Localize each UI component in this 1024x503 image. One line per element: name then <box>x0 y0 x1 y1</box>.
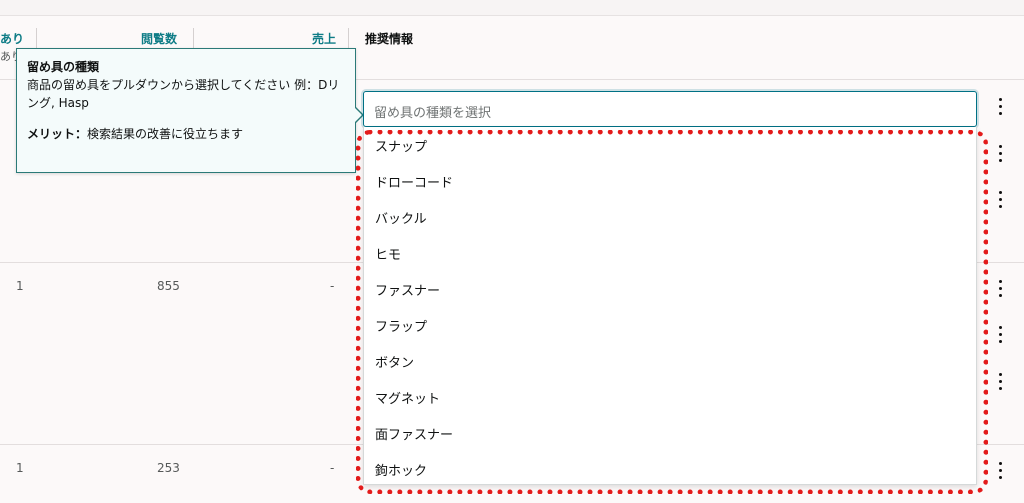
column-separator <box>348 28 349 48</box>
option-drawcord[interactable]: ドローコード <box>375 172 453 191</box>
row-2-sales: - <box>330 461 335 475</box>
option-zipper[interactable]: ファスナー <box>375 280 440 299</box>
row-1-views: 855 <box>157 279 180 293</box>
more-vertical-icon[interactable] <box>999 145 1003 165</box>
column-header-views[interactable]: 閲覧数 <box>141 30 177 47</box>
option-hook-and-loop[interactable]: 面ファスナー <box>375 424 453 443</box>
option-snap[interactable]: スナップ <box>375 136 427 155</box>
option-button[interactable]: ボタン <box>375 352 414 371</box>
fastener-type-dropdown: スナップ ドローコード バックル ヒモ ファスナー フラップ ボタン マグネット… <box>363 127 977 485</box>
more-vertical-icon[interactable] <box>999 98 1003 118</box>
fastener-type-select[interactable]: 留め具の種類を選択 <box>363 91 977 127</box>
row-1-sales: - <box>330 279 335 293</box>
column-separator <box>36 28 37 48</box>
more-vertical-icon[interactable] <box>999 373 1003 393</box>
column-separator <box>193 28 194 48</box>
option-hook[interactable]: 鉤ホック <box>375 460 427 479</box>
tooltip-body: 商品の留め具をプルダウンから選択してください 例：Dリング, Hasp <box>27 78 340 110</box>
tooltip-title: 留め具の種類 <box>27 60 100 74</box>
select-placeholder: 留め具の種類を選択 <box>374 106 492 121</box>
option-string[interactable]: ヒモ <box>375 244 401 263</box>
column-header-sales[interactable]: 売上 <box>312 30 336 47</box>
option-magnet[interactable]: マグネット <box>375 388 440 407</box>
tooltip-merit-label: メリット： <box>27 127 88 141</box>
column-header-ari[interactable]: あり <box>0 30 24 47</box>
more-vertical-icon[interactable] <box>999 280 1003 300</box>
more-vertical-icon[interactable] <box>999 462 1003 482</box>
top-strip <box>0 0 1024 16</box>
tooltip-merit-text: 検索結果の改善に役立ちます <box>87 127 244 141</box>
option-flap[interactable]: フラップ <box>375 316 427 335</box>
more-vertical-icon[interactable] <box>999 191 1003 211</box>
row-2-count: 1 <box>16 461 24 475</box>
column-header-recommended: 推奨情報 <box>365 32 414 46</box>
row-1-count: 1 <box>16 279 24 293</box>
row-2-views: 253 <box>157 461 180 475</box>
tooltip-arrow-inner <box>355 108 362 122</box>
tooltip-merit: メリット：検索結果の改善に役立ちます <box>27 125 345 143</box>
attribute-tooltip: 留め具の種類 商品の留め具をプルダウンから選択してください 例：Dリング, Ha… <box>16 48 356 173</box>
option-buckle[interactable]: バックル <box>375 208 427 227</box>
more-vertical-icon[interactable] <box>999 326 1003 346</box>
